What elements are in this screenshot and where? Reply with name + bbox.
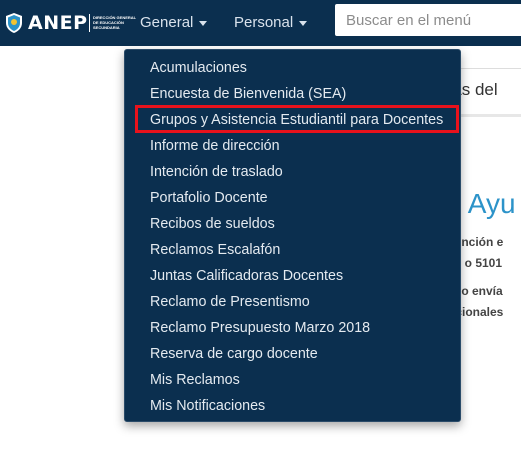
nav-menu-personal-label: Personal: [234, 14, 294, 31]
top-navbar: ANEP DIRECCIÓN GENERAL DE EDUCACIÓN SECU…: [0, 0, 521, 46]
menu-item-reclamo-presupuesto[interactable]: Reclamo Presupuesto Marzo 2018: [125, 315, 460, 341]
menu-search-input[interactable]: [335, 4, 521, 36]
nav-menu-general-label: General: [140, 14, 194, 31]
menu-item-encuesta-bienvenida[interactable]: Encuesta de Bienvenida (SEA): [125, 81, 460, 107]
menu-item-mis-notificaciones[interactable]: Mis Notificaciones: [125, 393, 460, 419]
logo-divider: [89, 14, 90, 32]
nav-menu-general[interactable]: General: [140, 0, 208, 46]
menu-item-recibos-sueldos[interactable]: Recibos de sueldos: [125, 211, 460, 237]
menu-item-intencion-traslado[interactable]: Intención de traslado: [125, 159, 460, 185]
menu-item-mis-reclamos[interactable]: Mis Reclamos: [125, 367, 460, 393]
chevron-down-icon: [199, 20, 208, 26]
nav-menu-personal[interactable]: Personal: [234, 0, 308, 46]
menu-item-portafolio-docente[interactable]: Portafolio Docente: [125, 185, 460, 211]
menu-item-acumulaciones[interactable]: Acumulaciones: [125, 55, 460, 81]
logo-wordmark: ANEP: [28, 12, 88, 34]
menu-item-reclamos-escalafon[interactable]: Reclamos Escalafón: [125, 237, 460, 263]
shield-emblem-icon: [6, 13, 22, 33]
general-dropdown-menu: Acumulaciones Encuesta de Bienvenida (SE…: [124, 49, 461, 422]
anep-logo[interactable]: ANEP DIRECCIÓN GENERAL DE EDUCACIÓN SECU…: [4, 8, 136, 38]
menu-item-informe-direccion[interactable]: Informe de dirección: [125, 133, 460, 159]
menu-item-reclamo-presentismo[interactable]: Reclamo de Presentismo: [125, 289, 460, 315]
menu-item-reserva-cargo[interactable]: Reserva de cargo docente: [125, 341, 460, 367]
menu-item-grupos-asistencia[interactable]: Grupos y Asistencia Estudiantil para Doc…: [125, 107, 460, 133]
menu-item-juntas-calificadoras[interactable]: Juntas Calificadoras Docentes: [125, 263, 460, 289]
logo-subtitle: DIRECCIÓN GENERAL DE EDUCACIÓN SECUNDARI…: [93, 15, 137, 30]
chevron-down-icon: [299, 20, 308, 26]
